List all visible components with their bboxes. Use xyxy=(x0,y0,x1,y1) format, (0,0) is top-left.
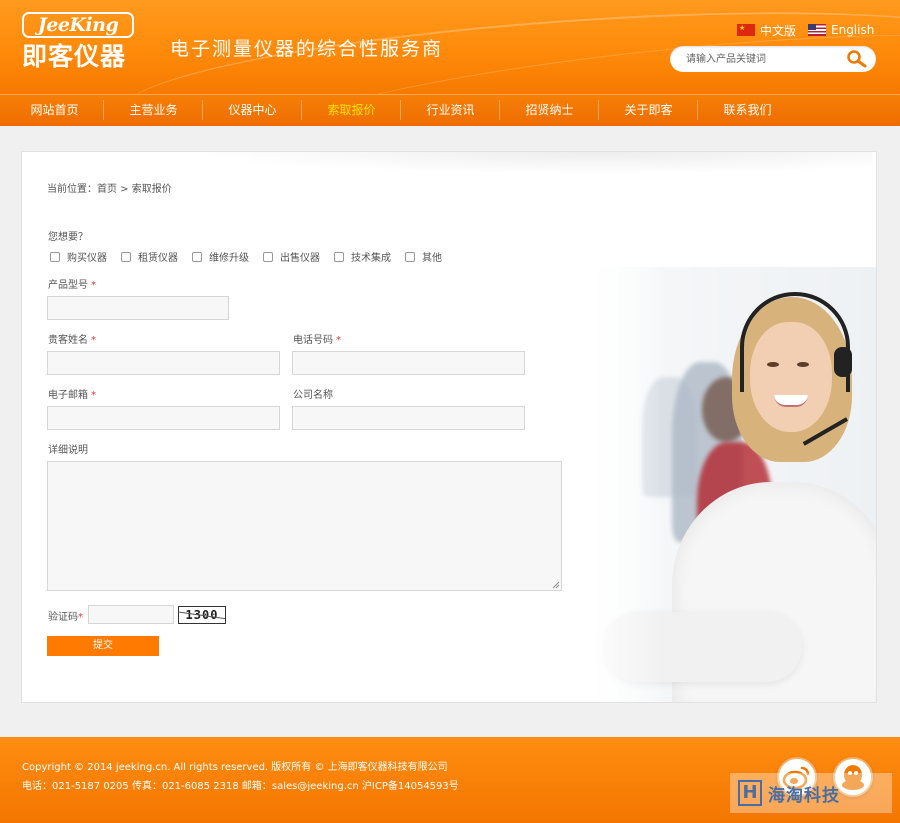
option-rent[interactable]: 租赁仪器 xyxy=(121,249,178,264)
option-buy[interactable]: 购买仪器 xyxy=(50,249,107,264)
product-model-label: 产品型号 * xyxy=(48,280,96,291)
search-icon[interactable] xyxy=(846,50,868,68)
checkbox[interactable] xyxy=(263,251,273,262)
email-input[interactable] xyxy=(47,406,280,430)
site-logo[interactable]: JeeKing 即客仪器 xyxy=(22,12,138,78)
submit-button[interactable]: 提交 xyxy=(47,636,159,656)
lang-english-label: English xyxy=(831,23,875,37)
photo-fade xyxy=(582,267,662,702)
logo-en: JeeKing xyxy=(22,12,134,38)
nav-item-careers[interactable]: 招贤纳士 xyxy=(500,95,599,125)
checkbox[interactable] xyxy=(405,251,415,262)
detail-textarea[interactable] xyxy=(47,461,562,591)
company-input[interactable] xyxy=(292,406,525,430)
customer-service-photo xyxy=(582,267,876,702)
resize-handle-icon[interactable] xyxy=(552,581,560,589)
quote-panel: 当前位置：首页 > 索取报价 您想要？ 购买仪器 租赁仪器 维修升级 出售仪器 … xyxy=(21,151,877,703)
slogan: 电子测量仪器的综合性服务商 xyxy=(170,38,444,60)
option-repair[interactable]: 维修升级 xyxy=(192,249,249,264)
search-input[interactable] xyxy=(686,50,836,68)
option-integration[interactable]: 技术集成 xyxy=(334,249,391,264)
lang-chinese-label: 中文版 xyxy=(760,23,797,38)
us-flag-icon xyxy=(808,24,826,36)
headset-earcup xyxy=(834,347,852,377)
panel-shadow xyxy=(192,152,872,174)
phone-label: 电话号码 * xyxy=(293,335,341,346)
nav-item-news[interactable]: 行业资讯 xyxy=(401,95,500,125)
logo-cn: 即客仪器 xyxy=(22,42,127,71)
search-box xyxy=(670,46,876,72)
breadcrumb: 当前位置：首页 > 索取报价 xyxy=(47,184,172,195)
china-flag-icon xyxy=(737,24,755,36)
main-nav: 网站首页 主营业务 仪器中心 索取报价 行业资讯 招贤纳士 关于即客 联系我们 xyxy=(0,94,900,126)
detail-label: 详细说明 xyxy=(48,445,88,456)
checkbox[interactable] xyxy=(50,251,60,262)
nav-item-home[interactable]: 网站首页 xyxy=(5,95,104,125)
lang-english-link[interactable]: English xyxy=(808,22,874,38)
watermark-text: 海淘科技 xyxy=(768,785,840,806)
site-header: JeeKing 即客仪器 电子测量仪器的综合性服务商 中文版 English xyxy=(0,0,900,94)
checkbox[interactable] xyxy=(121,251,131,262)
product-model-input[interactable] xyxy=(47,296,229,320)
footer-contact: 电话：021-5187 0205 传真：021-6085 2318 邮箱：sal… xyxy=(22,781,459,792)
nav-item-contact[interactable]: 联系我们 xyxy=(698,95,797,125)
purpose-options: 购买仪器 租赁仪器 维修升级 出售仪器 技术集成 其他 xyxy=(50,249,456,264)
name-input[interactable] xyxy=(47,351,280,375)
nav-item-about[interactable]: 关于即客 xyxy=(599,95,698,125)
phone-input[interactable] xyxy=(292,351,525,375)
watermark-logo-icon: H xyxy=(738,780,762,806)
email-label: 电子邮箱 * xyxy=(48,390,96,401)
captcha-input[interactable] xyxy=(88,605,174,624)
captcha-image[interactable]: 1300 xyxy=(178,606,226,624)
nav-item-quote[interactable]: 索取报价 xyxy=(302,95,401,125)
purpose-question: 您想要？ xyxy=(48,232,88,243)
lang-chinese-link[interactable]: 中文版 xyxy=(737,22,796,38)
option-other[interactable]: 其他 xyxy=(405,249,442,264)
headset-icon xyxy=(740,292,850,392)
nav-item-business[interactable]: 主营业务 xyxy=(104,95,203,125)
nav-item-instruments[interactable]: 仪器中心 xyxy=(203,95,302,125)
footer-copyright: Copyright © 2014 jeeking.cn. All rights … xyxy=(22,762,448,773)
name-label: 贵客姓名 * xyxy=(48,335,96,346)
option-sell[interactable]: 出售仪器 xyxy=(263,249,320,264)
watermark: H 海淘科技 xyxy=(730,773,892,813)
captcha-label: 验证码* xyxy=(48,612,83,623)
checkbox[interactable] xyxy=(192,251,202,262)
checkbox[interactable] xyxy=(334,251,344,262)
company-label: 公司名称 xyxy=(293,390,333,401)
